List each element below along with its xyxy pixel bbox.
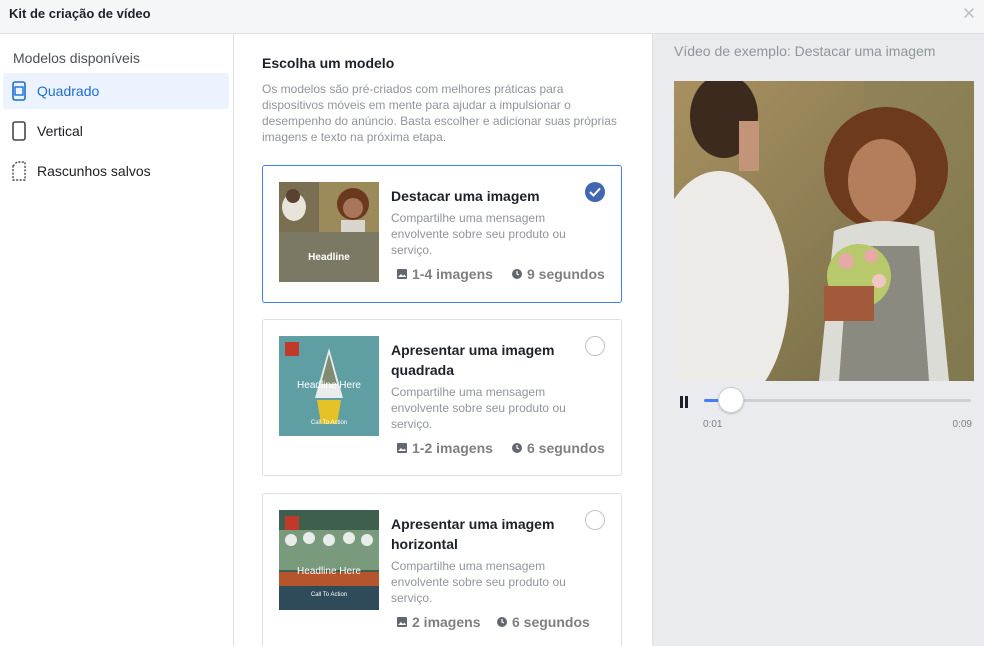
template-duration: 9 segundos — [511, 266, 605, 282]
template-card-destacar[interactable]: Headline Destacar uma imagem Compartilhe… — [262, 165, 622, 303]
template-card-quadrada[interactable]: Headline Here Call To Action Apresentar … — [262, 319, 622, 476]
close-icon[interactable] — [962, 6, 976, 20]
current-time: 0:01 — [703, 419, 723, 430]
total-time: 0:09 — [952, 419, 972, 430]
thumb-headline: Headline Here — [297, 566, 361, 577]
image-icon — [397, 269, 407, 279]
progress-knob[interactable] — [717, 387, 744, 413]
template-thumbnail: Headline — [279, 182, 379, 282]
thumb-cta: Call To Action — [310, 592, 348, 598]
preview-video[interactable] — [674, 81, 974, 381]
template-duration: 6 segundos — [496, 614, 590, 630]
sidebar-item-label: Quadrado — [37, 83, 100, 99]
template-thumbnail: Headline Here Call To Action — [279, 510, 379, 610]
checkmark-icon — [589, 188, 601, 197]
template-title: Apresentar uma imagem horizontal — [391, 516, 555, 552]
template-description: Compartilhe uma mensagem envolvente sobr… — [391, 559, 566, 605]
template-radio[interactable] — [585, 336, 605, 356]
images-count-label: 1-4 imagens — [412, 266, 493, 282]
preview-panel: Vídeo de exemplo: Destacar uma imagem 0:… — [652, 34, 984, 646]
sidebar-item-rascunhos[interactable]: Rascunhos salvos — [3, 153, 229, 189]
section-title: Escolha um modelo — [262, 55, 395, 71]
template-title: Apresentar uma imagem quadrada — [391, 342, 555, 378]
thumb-headline: Headline — [308, 252, 350, 263]
sidebar-item-label: Vertical — [37, 123, 83, 139]
clock-icon — [497, 617, 507, 627]
duration-label: 6 segundos — [512, 614, 590, 630]
template-list: Escolha um modelo Os modelos são pré-cri… — [234, 34, 652, 646]
progress-track[interactable] — [704, 399, 971, 402]
template-images-count: 2 imagens — [396, 614, 480, 630]
dialog-header: Kit de criação de vídeo — [0, 0, 984, 34]
section-description: Os modelos são pré-criados com melhores … — [262, 82, 617, 144]
sidebar-heading: Modelos disponíveis — [13, 50, 140, 66]
duration-label: 6 segundos — [527, 440, 605, 456]
template-description: Compartilhe uma mensagem envolvente sobr… — [391, 211, 566, 257]
template-card-horizontal[interactable]: Headline Here Call To Action Apresentar … — [262, 493, 622, 646]
template-radio-checked[interactable] — [585, 182, 605, 202]
template-radio[interactable] — [585, 510, 605, 530]
square-phone-icon — [12, 81, 26, 101]
sidebar-item-label: Rascunhos salvos — [37, 163, 151, 179]
dialog-title: Kit de criação de vídeo — [9, 6, 151, 21]
images-count-label: 2 imagens — [412, 614, 481, 630]
sidebar-item-vertical[interactable]: Vertical — [3, 113, 229, 149]
clock-icon — [512, 443, 522, 453]
sidebar-item-quadrado[interactable]: Quadrado — [3, 73, 229, 109]
vertical-phone-icon — [12, 121, 26, 141]
template-images-count: 1-2 imagens — [396, 440, 493, 456]
duration-label: 9 segundos — [527, 266, 605, 282]
thumb-cta: Call To Action — [310, 420, 348, 426]
image-icon — [397, 617, 407, 627]
template-images-count: 1-4 imagens — [396, 266, 493, 282]
pause-icon[interactable] — [677, 394, 691, 410]
preview-title: Vídeo de exemplo: Destacar uma imagem — [674, 43, 936, 59]
template-title: Destacar uma imagem — [391, 188, 540, 204]
template-thumbnail: Headline Here Call To Action — [279, 336, 379, 436]
thumb-headline: Headline Here — [297, 380, 361, 391]
template-duration: 6 segundos — [511, 440, 605, 456]
template-description: Compartilhe uma mensagem envolvente sobr… — [391, 385, 566, 431]
clock-icon — [512, 269, 522, 279]
image-icon — [397, 443, 407, 453]
draft-document-icon — [12, 161, 26, 181]
images-count-label: 1-2 imagens — [412, 440, 493, 456]
sidebar: Modelos disponíveis Quadrado Vertical Ra… — [0, 34, 234, 646]
